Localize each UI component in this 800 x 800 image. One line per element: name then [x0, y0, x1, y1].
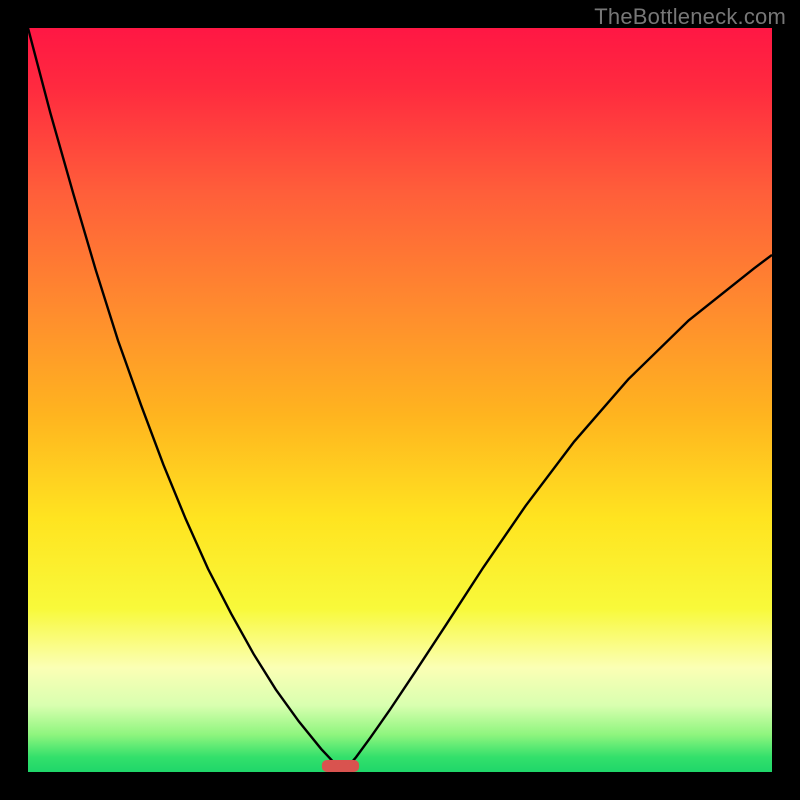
- optimum-marker: [322, 760, 359, 772]
- chart-frame: TheBottleneck.com: [0, 0, 800, 800]
- watermark-text: TheBottleneck.com: [594, 4, 786, 30]
- plot-area: [28, 28, 772, 772]
- bottleneck-curve-chart: [28, 28, 772, 772]
